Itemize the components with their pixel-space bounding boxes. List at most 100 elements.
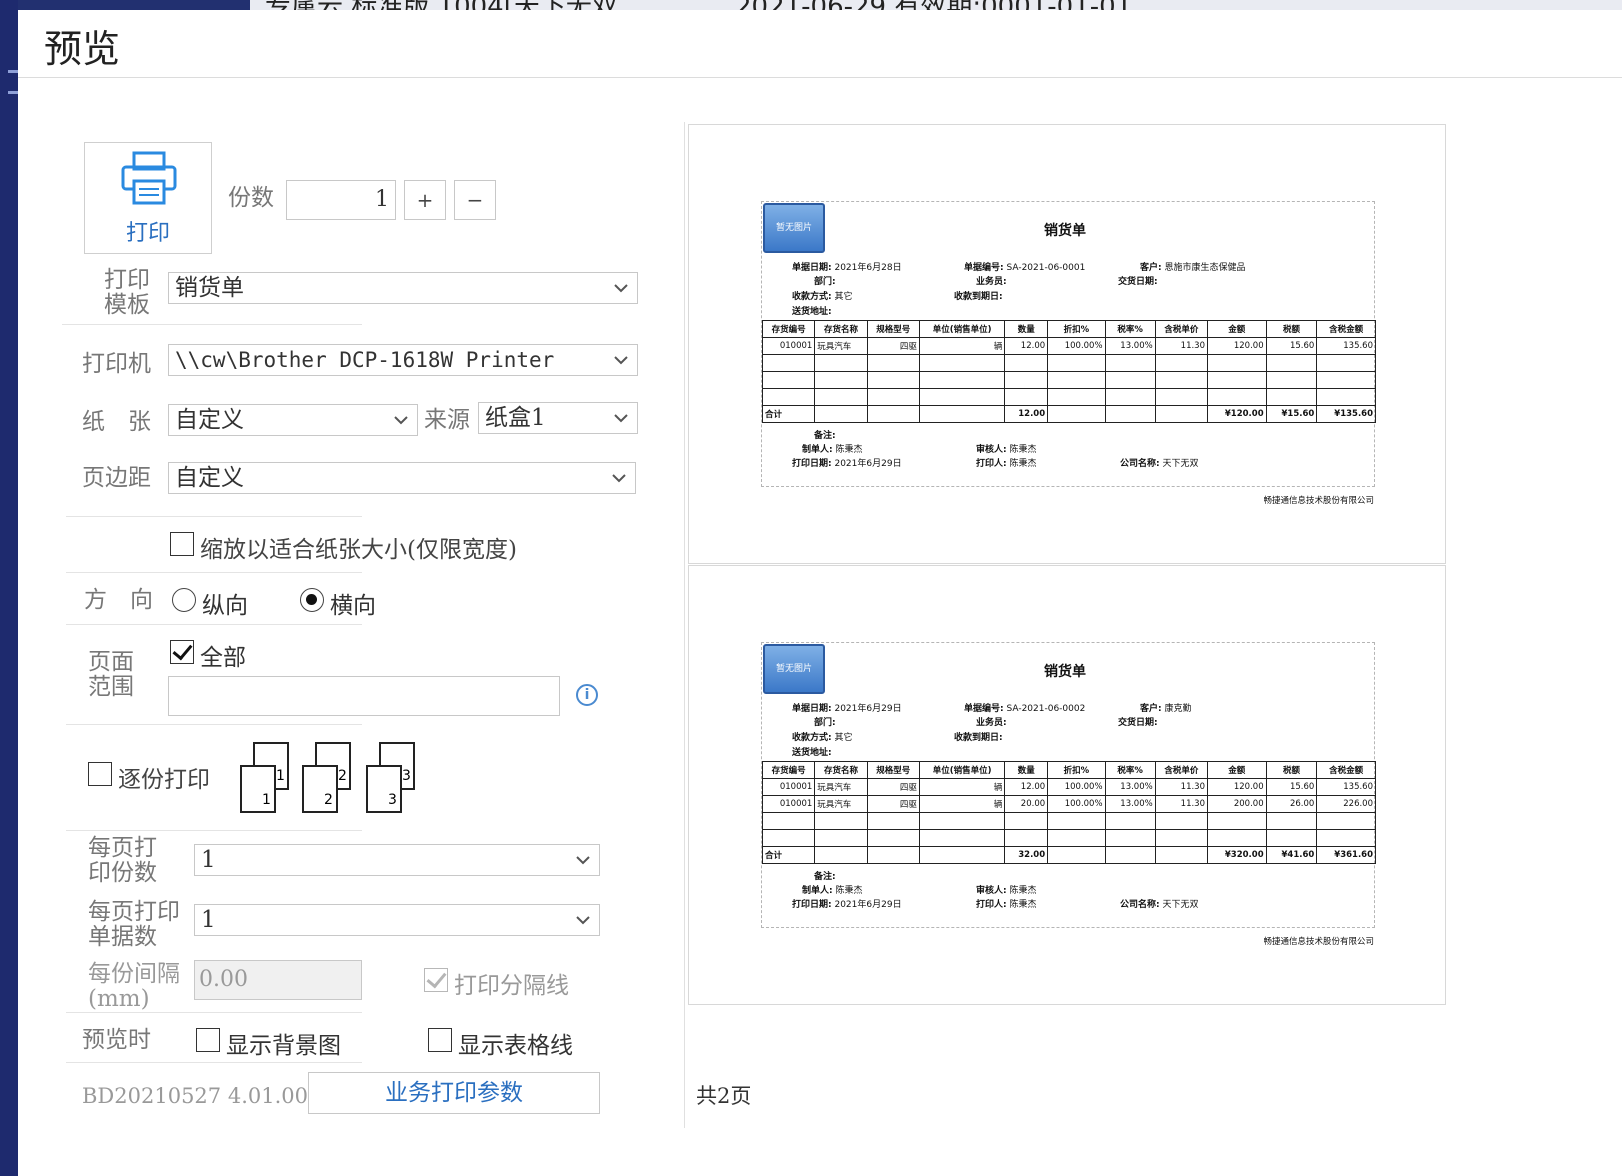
field-value: 天下无双 <box>1162 459 1199 469</box>
table-header: 金额 <box>1207 761 1267 779</box>
field-label: 审核人: <box>976 445 1007 455</box>
table-header: 数量 <box>1004 320 1049 338</box>
table-total-row: 合计 12.00 ¥120.00 ¥15.60 ¥135.60 <box>761 405 1376 423</box>
table-header: 含税单价 <box>1154 761 1209 779</box>
field-label: 交货日期: <box>1118 718 1158 728</box>
field-value: 陈秉杰 <box>1009 445 1037 455</box>
field-label: 部门: <box>814 277 836 287</box>
page-range-input[interactable] <box>168 676 560 716</box>
field-value: 其它 <box>834 733 853 743</box>
copies-label: 份数 <box>228 185 274 211</box>
chevron-down-icon <box>394 416 408 425</box>
chevron-down-icon <box>614 414 628 423</box>
sales-document: 暂无图片 销货单 单据日期: 2021年6月29日 单据编号: SA-2021-… <box>761 642 1376 947</box>
interval-label: 每份间隔 (mm) <box>88 961 180 1013</box>
collate-page-icon: 2 2 <box>302 742 351 813</box>
page-range-label: 页面 范围 <box>88 649 134 701</box>
collate-page-icon: 1 1 <box>240 742 289 813</box>
field-label: 单据日期: <box>792 263 832 273</box>
per-page-docs-select[interactable]: 1 <box>194 904 600 936</box>
printer-label: 打印机 <box>82 351 151 377</box>
menu-icon[interactable] <box>8 70 18 94</box>
paper-select[interactable]: 自定义 <box>168 404 418 436</box>
margin-select[interactable]: 自定义 <box>168 462 636 494</box>
paper-label: 纸 张 <box>82 409 151 435</box>
no-image-placeholder: 暂无图片 <box>763 644 825 694</box>
field-value: 陈秉杰 <box>835 886 863 896</box>
copies-input[interactable]: 1 <box>286 180 396 220</box>
collate-label: 逐份打印 <box>118 767 210 793</box>
preview-divider <box>684 122 685 1128</box>
field-label: 收款到期日: <box>954 292 1003 302</box>
items-table: 存货编号 存货名称 规格型号 单位(销售单位) 数量 折扣% 税率% 含税单价 … <box>761 320 1376 423</box>
print-preview-dialog: 预览 打印 份数 1 + − 打印 模板 销货单 打印机 \\cw\Brothe… <box>18 10 1622 1176</box>
table-header: 含税单价 <box>1154 320 1209 338</box>
table-header: 税额 <box>1265 320 1318 338</box>
field-label: 备注: <box>814 431 836 441</box>
divider <box>66 624 362 625</box>
interval-input[interactable]: 0.00 <box>194 960 362 1000</box>
table-header: 税率% <box>1104 320 1156 338</box>
preview-page[interactable]: 暂无图片 销货单 单据日期: 2021年6月29日 单据编号: SA-2021-… <box>688 565 1446 1005</box>
field-label: 审核人: <box>976 886 1007 896</box>
show-background-label: 显示背景图 <box>226 1033 341 1059</box>
table-header: 存货名称 <box>814 320 868 338</box>
source-select[interactable]: 纸盒1 <box>478 402 638 434</box>
document-footer: 畅捷通信息技术股份有限公司 <box>1263 496 1374 506</box>
table-total-row: 合计 32.00 ¥320.00 ¥41.60 ¥361.60 <box>761 846 1376 864</box>
field-label: 打印人: <box>976 900 1007 910</box>
page-count: 共2页 <box>696 1084 752 1108</box>
collate-page-number: 1 <box>262 792 271 808</box>
per-page-copies-select[interactable]: 1 <box>194 844 600 876</box>
divider <box>62 324 362 325</box>
paper-value: 自定义 <box>175 407 244 433</box>
info-icon[interactable]: i <box>576 684 598 706</box>
field-label: 公司名称: <box>1120 459 1160 469</box>
chevron-down-icon <box>614 356 628 365</box>
printer-select[interactable]: \\cw\Brother DCP-1618W Printer <box>168 344 638 376</box>
table-header: 存货名称 <box>814 761 868 779</box>
field-value: 陈秉杰 <box>1009 459 1037 469</box>
portrait-label: 纵向 <box>202 593 248 619</box>
collate-checkbox[interactable] <box>88 762 112 786</box>
dialog-title: 预览 <box>44 27 121 71</box>
no-image-placeholder: 暂无图片 <box>763 203 825 253</box>
show-background-checkbox[interactable] <box>196 1028 220 1052</box>
table-row <box>761 388 1376 406</box>
per-page-docs-label: 每页打印 单据数 <box>88 899 180 951</box>
field-label: 交货日期: <box>1118 277 1158 287</box>
field-label: 客户: <box>1140 704 1162 714</box>
table-row <box>761 371 1376 389</box>
field-label: 收款方式: <box>792 292 832 302</box>
portrait-radio[interactable] <box>172 588 196 612</box>
table-header: 金额 <box>1207 320 1267 338</box>
field-value: 2021年6月29日 <box>834 900 902 910</box>
preview-options-label: 预览时 <box>82 1027 151 1053</box>
separator-checkbox[interactable] <box>424 968 448 992</box>
field-label: 客户: <box>1140 263 1162 273</box>
table-row: 010001 玩具汽车 四驱 辆 12.00 100.00% 13.00% 11… <box>761 337 1376 355</box>
increment-button[interactable]: + <box>404 180 446 220</box>
collate-page-number: 3 <box>388 792 397 808</box>
field-label: 送货地址: <box>792 748 832 758</box>
margin-value: 自定义 <box>175 465 244 491</box>
table-header: 单位(销售单位) <box>918 761 1006 779</box>
divider <box>66 830 362 831</box>
landscape-radio[interactable] <box>300 588 324 612</box>
table-header: 含税金额 <box>1316 320 1376 338</box>
collate-page-number: 1 <box>276 768 285 784</box>
field-value: 康克勤 <box>1164 704 1192 714</box>
all-pages-checkbox[interactable] <box>170 640 194 664</box>
divider <box>66 1012 362 1013</box>
template-select[interactable]: 销货单 <box>168 272 638 304</box>
preview-page[interactable]: 暂无图片 销货单 单据日期: 2021年6月28日 单据编号: SA-2021-… <box>688 124 1446 564</box>
field-label: 业务员: <box>976 718 1007 728</box>
business-print-params-button[interactable]: 业务打印参数 <box>308 1072 600 1114</box>
print-button[interactable]: 打印 <box>84 142 212 254</box>
chevron-down-icon <box>576 856 590 865</box>
field-value: SA-2021-06-0002 <box>1006 704 1086 714</box>
show-grid-checkbox[interactable] <box>428 1028 452 1052</box>
scale-checkbox[interactable] <box>170 532 194 556</box>
field-label: 送货地址: <box>792 307 832 317</box>
decrement-button[interactable]: − <box>454 180 496 220</box>
